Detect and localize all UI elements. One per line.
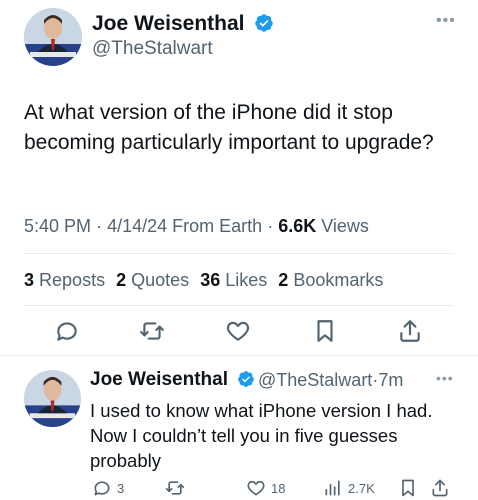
avatar-photo xyxy=(24,8,82,66)
reply-age[interactable]: 7m xyxy=(378,370,403,390)
thread-divider xyxy=(0,355,478,356)
reply-views-button[interactable]: 2.7K xyxy=(323,478,375,498)
reply-views-count: 2.7K xyxy=(348,480,375,496)
likes-count: 36 xyxy=(200,270,221,290)
quotes-count: 2 xyxy=(116,270,127,290)
reply-like-button[interactable]: 18 xyxy=(246,478,285,498)
like-button[interactable] xyxy=(225,318,251,344)
divider xyxy=(24,253,454,254)
views-count: 6.6K xyxy=(278,216,317,236)
repost-button[interactable] xyxy=(139,318,165,344)
reply-likes-count: 18 xyxy=(271,480,286,496)
more-icon[interactable]: ••• xyxy=(436,12,456,30)
reply-author-name-text[interactable]: Joe Weisenthal xyxy=(90,369,228,390)
tweet-meta: 5:40 PM · 4/14/24 From Earth · 6.6K View… xyxy=(24,216,369,237)
share-button[interactable] xyxy=(397,318,423,344)
bookmark-icon xyxy=(317,320,333,342)
reply-author-name[interactable]: Joe Weisenthal xyxy=(90,369,255,391)
avatar-photo xyxy=(24,370,81,427)
bookmarks-label: Bookmarks xyxy=(293,270,384,290)
views-label: Views xyxy=(321,216,369,236)
views-icon xyxy=(325,480,340,496)
reply-share-button[interactable] xyxy=(430,478,450,498)
tweet-source: From Earth xyxy=(172,216,263,236)
author-name[interactable]: Joe Weisenthal xyxy=(92,12,274,36)
reply-handle-line: @TheStalwart·7m xyxy=(258,370,403,391)
quotes-stat[interactable]: 2 Quotes xyxy=(116,270,189,290)
repost-icon xyxy=(140,322,164,340)
author-name-text[interactable]: Joe Weisenthal xyxy=(92,12,245,35)
reposts-label: Reposts xyxy=(39,270,106,290)
bookmark-icon xyxy=(402,479,414,497)
reply-author-avatar[interactable] xyxy=(24,370,81,427)
tweet-text: At what version of the iPhone did it sto… xyxy=(24,101,434,154)
reply-author-handle[interactable]: @TheStalwart xyxy=(258,370,372,390)
reposts-stat[interactable]: 3 Reposts xyxy=(24,270,105,290)
verified-badge-icon xyxy=(238,371,255,387)
share-icon xyxy=(400,320,420,342)
divider xyxy=(24,305,454,306)
reply-button[interactable] xyxy=(54,318,80,344)
reply-icon xyxy=(57,322,77,341)
author-handle[interactable]: @TheStalwart xyxy=(92,38,213,60)
author-avatar[interactable] xyxy=(24,8,82,66)
likes-stat[interactable]: 36 Likes xyxy=(200,270,267,290)
more-icon[interactable]: ••• xyxy=(436,370,454,386)
bookmarks-count: 2 xyxy=(278,270,289,290)
meta-separator: · xyxy=(96,216,108,236)
likes-label: Likes xyxy=(225,270,268,290)
verified-badge-icon xyxy=(255,14,274,32)
share-icon xyxy=(432,479,448,497)
repost-icon xyxy=(165,481,185,495)
tweet-time[interactable]: 5:40 PM xyxy=(24,216,91,236)
meta-separator: · xyxy=(267,216,279,236)
like-icon xyxy=(226,321,250,341)
engagement-stats: 3 Reposts 2 Quotes 36 Likes 2 Bookmarks xyxy=(24,270,389,291)
reply-text: I used to know what iPhone version I had… xyxy=(90,400,433,471)
reply-reply-button[interactable]: 3 xyxy=(92,478,124,498)
reply-icon xyxy=(94,481,110,496)
reply-replies-count: 3 xyxy=(117,480,125,496)
reposts-count: 3 xyxy=(24,270,35,290)
like-icon xyxy=(247,480,265,496)
bookmarks-stat[interactable]: 2 Bookmarks xyxy=(278,270,383,290)
reply-bookmark-button[interactable] xyxy=(398,478,418,498)
tweet-date[interactable]: 4/14/24 xyxy=(107,216,167,236)
quotes-label: Quotes xyxy=(131,270,190,290)
bookmark-button[interactable] xyxy=(312,318,338,344)
reply-repost-button[interactable] xyxy=(165,478,185,498)
